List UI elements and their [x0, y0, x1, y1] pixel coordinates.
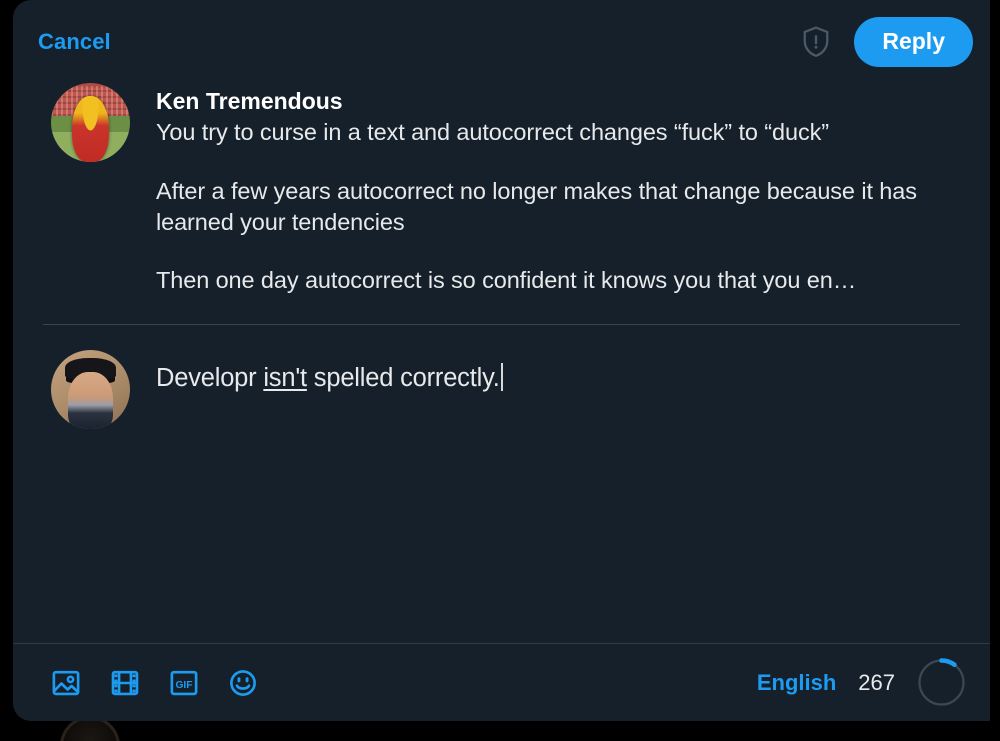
- language-selector[interactable]: English: [757, 670, 836, 696]
- tweet-paragraph: You try to curse in a text and autocorre…: [156, 119, 829, 146]
- modal-header: Cancel Reply: [13, 0, 990, 83]
- tweet-body: Ken Tremendous You try to curse in a tex…: [156, 83, 962, 296]
- reply-text-before: Developr: [156, 364, 264, 393]
- progress-ring: [917, 658, 966, 707]
- tweet-paragraph: Then one day autocorrect is so confident…: [156, 267, 857, 294]
- image-icon[interactable]: [51, 668, 81, 698]
- character-count: 267: [858, 669, 895, 695]
- toolbar-status: English 267: [757, 658, 966, 707]
- gif-icon[interactable]: GIF: [169, 668, 199, 698]
- reply-compose-area: Developr isn't spelled correctly.: [13, 325, 990, 643]
- shield-exclamation-icon[interactable]: [801, 25, 831, 59]
- media-tools: GIF: [51, 668, 258, 698]
- avatar[interactable]: [51, 350, 130, 430]
- header-actions: Reply: [801, 16, 973, 67]
- emoji-icon[interactable]: [228, 668, 258, 698]
- tweet-author-name[interactable]: Ken Tremendous: [156, 87, 962, 116]
- text-caret: [500, 363, 503, 392]
- gif-icon-label: GIF: [175, 680, 192, 691]
- misspelled-word[interactable]: isn't: [263, 364, 307, 392]
- replied-tweet: Ken Tremendous You try to curse in a tex…: [13, 83, 990, 296]
- reply-composer-modal: Cancel Reply Ken Tremendous You try to c…: [13, 0, 990, 721]
- video-icon[interactable]: [110, 668, 140, 698]
- reply-button[interactable]: Reply: [854, 16, 973, 67]
- tweet-paragraph: After a few years autocorrect no longer …: [156, 177, 917, 235]
- compose-toolbar: GIF English 267: [13, 643, 990, 721]
- avatar[interactable]: [51, 83, 130, 162]
- reply-input[interactable]: Developr isn't spelled correctly.: [156, 350, 962, 643]
- cancel-button[interactable]: Cancel: [38, 29, 111, 55]
- screen: Cancel Reply Ken Tremendous You try to c…: [0, 0, 1000, 741]
- reply-text-after: spelled correctly.: [306, 364, 500, 393]
